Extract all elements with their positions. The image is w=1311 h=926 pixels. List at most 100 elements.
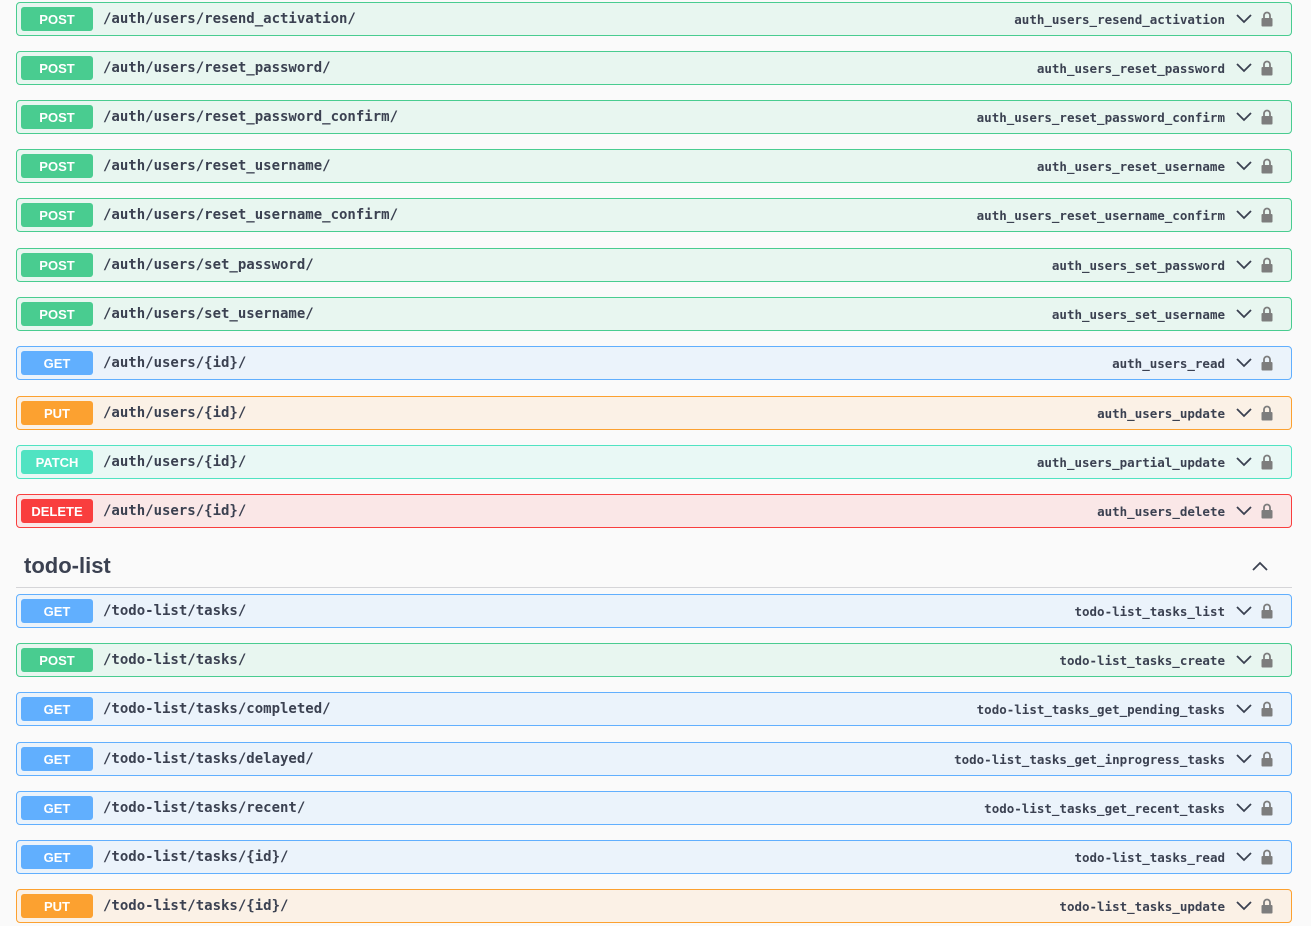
operation-row[interactable]: PATCH/auth/users/{id}/ auth_users_partial… (16, 445, 1292, 479)
operation-row[interactable]: PUT/auth/users/{id}/ auth_users_update (16, 396, 1292, 430)
operation-id: auth_users_resend_activation (1014, 11, 1225, 27)
operation-path: /auth/users/reset_password_confirm/ (103, 109, 399, 125)
operation-row[interactable]: POST/todo-list/tasks/todo-list_tasks_cre… (16, 643, 1292, 677)
operation-path: /auth/users/set_password/ (103, 257, 314, 273)
operation-row[interactable]: POST/auth/users/reset_password_confirm/a… (16, 100, 1292, 134)
chevron-down-icon[interactable] (1235, 10, 1253, 28)
operation-id: auth_users_set_password (1051, 257, 1225, 273)
chevron-down-icon[interactable] (1235, 848, 1253, 866)
operation-path: /todo-list/tasks/{id}/ (103, 898, 289, 914)
lock-icon[interactable] (1259, 108, 1275, 126)
operation-id: todo-list_tasks_read (1074, 849, 1225, 865)
operation-id: todo-list_tasks_get_inprogress_tasks (954, 751, 1225, 767)
operation-row[interactable]: POST/auth/users/reset_username_confirm/a… (16, 198, 1292, 232)
chevron-down-icon[interactable] (1235, 256, 1253, 274)
lock-icon[interactable] (1259, 404, 1275, 422)
method-badge: PUT (21, 401, 93, 425)
method-badge: POST (21, 302, 93, 326)
operation-id: todo-list_tasks_get_pending_tasks (976, 701, 1225, 717)
operation-id: todo-list_tasks_create (1059, 652, 1225, 668)
chevron-down-icon[interactable] (1235, 700, 1253, 718)
lock-icon[interactable] (1259, 256, 1275, 274)
operation-path: /todo-list/tasks/completed/ (103, 701, 331, 717)
operation-path: /todo-list/tasks/recent/ (103, 800, 306, 816)
operation-row[interactable]: POST/auth/users/set_password/auth_users_… (16, 248, 1292, 282)
method-badge: POST (21, 7, 93, 31)
operation-path: /auth/users/reset_username/ (103, 158, 331, 174)
operation-path: /todo-list/tasks/ (103, 652, 247, 668)
operation-row[interactable]: GET/todo-list/tasks/todo-list_tasks_list (16, 594, 1292, 628)
operation-row[interactable]: DELETE/auth/users/{id}/ auth_users_delete (16, 494, 1292, 528)
lock-icon[interactable] (1259, 59, 1275, 77)
operation-row[interactable]: POST/auth/users/reset_password/auth_user… (16, 51, 1292, 85)
operation-path: /auth/users/{id}/ (103, 454, 247, 470)
operation-id: auth_users_reset_username (1036, 158, 1225, 174)
operation-id: auth_users_set_username (1051, 306, 1225, 322)
operation-row[interactable]: GET/todo-list/tasks/delayed/todo-list_ta… (16, 742, 1292, 776)
chevron-down-icon[interactable] (1235, 897, 1253, 915)
method-badge: POST (21, 56, 93, 80)
method-badge: POST (21, 648, 93, 672)
operation-row[interactable]: POST/auth/users/set_username/auth_users_… (16, 297, 1292, 331)
operation-path: /auth/users/{id}/ (103, 405, 247, 421)
chevron-down-icon[interactable] (1235, 354, 1253, 372)
chevron-down-icon[interactable] (1235, 799, 1253, 817)
chevron-down-icon[interactable] (1235, 108, 1253, 126)
chevron-up-icon[interactable] (1250, 556, 1270, 576)
lock-icon[interactable] (1259, 799, 1275, 817)
operation-row[interactable]: POST/auth/users/reset_username/auth_user… (16, 149, 1292, 183)
chevron-down-icon[interactable] (1235, 602, 1253, 620)
method-badge: GET (21, 697, 93, 721)
operation-id: todo-list_tasks_update (1059, 898, 1225, 914)
operation-id: auth_users_reset_password_confirm (976, 109, 1225, 125)
operation-id: auth_users_reset_password (1036, 60, 1225, 76)
method-badge: POST (21, 105, 93, 129)
lock-icon[interactable] (1259, 305, 1275, 323)
lock-icon[interactable] (1259, 848, 1275, 866)
operation-path: /auth/users/{id}/ (103, 503, 247, 519)
operation-path: /auth/users/set_username/ (103, 306, 314, 322)
operation-row[interactable]: POST/auth/users/resend_activation/auth_u… (16, 2, 1292, 36)
method-badge: PUT (21, 894, 93, 918)
chevron-down-icon[interactable] (1235, 453, 1253, 471)
tag-title: todo-list (24, 553, 111, 578)
chevron-down-icon[interactable] (1235, 305, 1253, 323)
lock-icon[interactable] (1259, 10, 1275, 28)
operation-path: /todo-list/tasks/delayed/ (103, 751, 314, 767)
lock-icon[interactable] (1259, 206, 1275, 224)
chevron-down-icon[interactable] (1235, 502, 1253, 520)
tag-section-todo-list[interactable]: todo-list (16, 545, 1292, 588)
operation-row[interactable]: PUT/todo-list/tasks/{id}/ todo-list_tasks… (16, 889, 1292, 923)
chevron-down-icon[interactable] (1235, 404, 1253, 422)
lock-icon[interactable] (1259, 453, 1275, 471)
lock-icon[interactable] (1259, 651, 1275, 669)
operation-row[interactable]: GET/todo-list/tasks/{id}/ todo-list_tasks… (16, 840, 1292, 874)
lock-icon[interactable] (1259, 700, 1275, 718)
method-badge: POST (21, 154, 93, 178)
operation-path: /auth/users/{id}/ (103, 355, 247, 371)
operation-row[interactable]: GET/todo-list/tasks/recent/todo-list_tas… (16, 791, 1292, 825)
method-badge: GET (21, 845, 93, 869)
operations-list: todo-list POST/auth/users/resend_activat… (0, 0, 1311, 926)
method-badge: DELETE (21, 499, 93, 523)
chevron-down-icon[interactable] (1235, 157, 1253, 175)
method-badge: GET (21, 747, 93, 771)
chevron-down-icon[interactable] (1235, 59, 1253, 77)
operation-id: todo-list_tasks_list (1074, 603, 1225, 619)
lock-icon[interactable] (1259, 750, 1275, 768)
method-badge: GET (21, 351, 93, 375)
lock-icon[interactable] (1259, 502, 1275, 520)
lock-icon[interactable] (1259, 897, 1275, 915)
method-badge: GET (21, 796, 93, 820)
method-badge: GET (21, 599, 93, 623)
lock-icon[interactable] (1259, 157, 1275, 175)
operation-id: auth_users_delete (1097, 503, 1225, 519)
lock-icon[interactable] (1259, 354, 1275, 372)
chevron-down-icon[interactable] (1235, 750, 1253, 768)
operation-path: /auth/users/reset_password/ (103, 60, 331, 76)
operation-row[interactable]: GET/todo-list/tasks/completed/todo-list_… (16, 692, 1292, 726)
lock-icon[interactable] (1259, 602, 1275, 620)
operation-row[interactable]: GET/auth/users/{id}/ auth_users_read (16, 346, 1292, 380)
chevron-down-icon[interactable] (1235, 651, 1253, 669)
chevron-down-icon[interactable] (1235, 206, 1253, 224)
